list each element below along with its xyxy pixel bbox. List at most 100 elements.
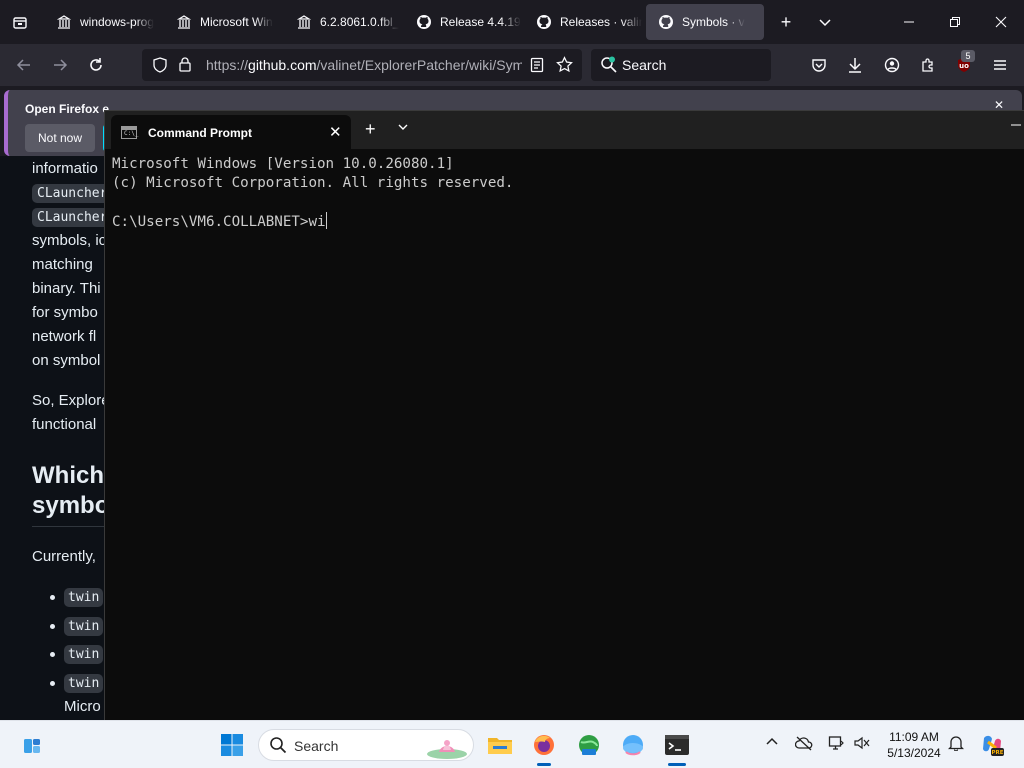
chevron-down-icon bbox=[398, 124, 408, 130]
bookmark-star-icon[interactable] bbox=[556, 56, 573, 78]
tab-label: 6.2.8061.0.fbl_ bbox=[320, 15, 400, 29]
minimize-button[interactable] bbox=[886, 0, 932, 44]
widgets-button[interactable] bbox=[16, 729, 48, 761]
running-indicator bbox=[537, 763, 551, 766]
puzzle-icon bbox=[922, 58, 933, 72]
terminal-titlebar[interactable]: C:\_ Command Prompt ✕ + bbox=[105, 111, 1024, 149]
wiki-inline-code: CLauncher bbox=[32, 184, 113, 203]
url-text[interactable]: https://github.com/valinet/ExplorerPatch… bbox=[206, 57, 522, 73]
command-prompt-window[interactable]: C:\_ Command Prompt ✕ + Microsoft Window… bbox=[104, 110, 1024, 722]
search-bar[interactable]: Search bbox=[591, 49, 771, 81]
wiki-text-line: for symbo bbox=[32, 304, 98, 321]
terminal-tab-command-prompt[interactable]: C:\_ Command Prompt ✕ bbox=[111, 115, 351, 149]
url-path: /valinet/ExplorerPatcher/wiki/Sym bbox=[316, 57, 522, 73]
list-bullet bbox=[50, 595, 55, 600]
list-item-code: twin bbox=[64, 674, 104, 693]
windows-logo-icon bbox=[221, 734, 243, 756]
terminal-output[interactable]: Microsoft Windows [Version 10.0.26080.1]… bbox=[112, 155, 513, 232]
arrow-left-icon bbox=[16, 59, 30, 71]
tray-volume-button[interactable] bbox=[853, 735, 871, 754]
start-button[interactable] bbox=[216, 729, 248, 761]
close-window-button[interactable] bbox=[978, 0, 1024, 44]
plus-icon: + bbox=[780, 11, 792, 32]
back-button[interactable] bbox=[8, 49, 40, 81]
search-placeholder: Search bbox=[622, 57, 667, 73]
close-icon bbox=[995, 16, 1007, 28]
wiki-text-line: binary. Thi bbox=[32, 280, 101, 297]
folder-icon bbox=[488, 738, 512, 754]
firefox-view-button[interactable] bbox=[6, 8, 34, 36]
desktop: windows-prog Microsoft Win 6.2.8061.0.fb… bbox=[0, 0, 1024, 768]
copilot-button[interactable]: PRE bbox=[976, 729, 1008, 761]
sphere-app-icon bbox=[623, 735, 643, 756]
terminal-taskbar-button[interactable] bbox=[661, 729, 693, 761]
browser-tab-5[interactable]: Releases · valin bbox=[524, 4, 642, 40]
edge-style-app-button[interactable] bbox=[617, 729, 649, 761]
arrow-right-icon bbox=[54, 59, 68, 71]
wiki-text-line: network fl bbox=[32, 328, 97, 345]
list-bullet bbox=[50, 652, 55, 657]
browser-tab-2[interactable]: Microsoft Win bbox=[164, 4, 282, 40]
terminal-prompt: C:\Users\VM6.COLLABNET>wi bbox=[112, 214, 326, 230]
terminal-line: (c) Microsoft Corporation. All rights re… bbox=[112, 175, 514, 191]
downloads-button[interactable] bbox=[839, 49, 871, 81]
github-icon bbox=[658, 14, 674, 30]
github-icon bbox=[536, 14, 552, 30]
browser-tab-1[interactable]: windows-prog bbox=[44, 4, 162, 40]
heading-divider bbox=[32, 526, 112, 527]
github-icon bbox=[416, 14, 432, 30]
notifications-button[interactable] bbox=[947, 735, 965, 754]
library-icon bbox=[56, 14, 72, 30]
notification-title: Open Firefox e bbox=[25, 102, 110, 116]
new-terminal-tab-button[interactable]: + bbox=[365, 119, 376, 140]
app-menu-button[interactable] bbox=[984, 49, 1016, 81]
taskbar-search-box[interactable]: Search bbox=[258, 729, 474, 761]
url-domain: github.com bbox=[248, 57, 317, 73]
terminal-prompt-line[interactable]: C:\Users\VM6.COLLABNET>wi bbox=[112, 212, 513, 232]
list-all-tabs-button[interactable] bbox=[811, 8, 839, 36]
tab-label: Microsoft Win bbox=[200, 15, 273, 29]
file-explorer-button[interactable] bbox=[484, 729, 516, 761]
browser-tab-6-active[interactable]: Symbols · v bbox=[646, 4, 764, 40]
reader-view-icon[interactable] bbox=[530, 57, 544, 78]
shield-icon[interactable] bbox=[152, 57, 168, 78]
terminal-minimize-button[interactable] bbox=[1011, 117, 1021, 133]
browser-tab-3[interactable]: 6.2.8061.0.fbl_ bbox=[284, 4, 402, 40]
list-bullet bbox=[50, 681, 55, 686]
not-now-button[interactable]: Not now bbox=[25, 124, 95, 152]
command-prompt-icon-glyph: C:\_ bbox=[124, 130, 139, 137]
library-icon bbox=[176, 14, 192, 30]
terminal-dropdown-button[interactable] bbox=[397, 121, 409, 136]
firefox-taskbar-button[interactable] bbox=[528, 729, 560, 761]
pocket-button[interactable] bbox=[803, 49, 835, 81]
list-item-code: twin bbox=[64, 645, 104, 664]
bell-icon bbox=[947, 736, 965, 752]
svg-text:PRE: PRE bbox=[991, 750, 1003, 756]
reload-button[interactable] bbox=[80, 49, 112, 81]
plus-icon: + bbox=[365, 119, 376, 139]
account-button[interactable] bbox=[876, 49, 908, 81]
search-highlight-icon bbox=[425, 732, 469, 765]
extensions-button[interactable] bbox=[912, 49, 944, 81]
forward-button[interactable] bbox=[44, 49, 76, 81]
browser-tab-4[interactable]: Release 4.4.19 bbox=[404, 4, 522, 40]
close-icon[interactable]: ✕ bbox=[329, 123, 342, 141]
tray-network-button[interactable] bbox=[794, 735, 813, 754]
taskbar-clock[interactable]: 11:09 AM 5/13/2024 bbox=[876, 729, 952, 761]
show-hidden-icons-button[interactable] bbox=[765, 735, 779, 752]
wiki-text-line: informatio bbox=[32, 160, 98, 177]
tab-label: Symbols · v bbox=[682, 15, 745, 29]
lock-icon[interactable] bbox=[178, 56, 192, 77]
firefox-view-icon bbox=[13, 17, 27, 29]
wiki-text-line: So, Explore bbox=[32, 392, 110, 409]
address-bar[interactable]: https://github.com/valinet/ExplorerPatch… bbox=[142, 49, 582, 81]
taskbar: Search 11:09 AM 5/13/2024 PRE bbox=[0, 720, 1024, 768]
network-app-button[interactable] bbox=[573, 729, 605, 761]
firefox-icon bbox=[534, 735, 554, 755]
tray-display-button[interactable] bbox=[828, 735, 844, 754]
browser-tab-strip: windows-prog Microsoft Win 6.2.8061.0.fb… bbox=[0, 0, 1024, 44]
restore-button[interactable] bbox=[932, 0, 978, 44]
globe-app-icon bbox=[579, 735, 599, 755]
new-tab-button[interactable]: + bbox=[772, 8, 800, 36]
